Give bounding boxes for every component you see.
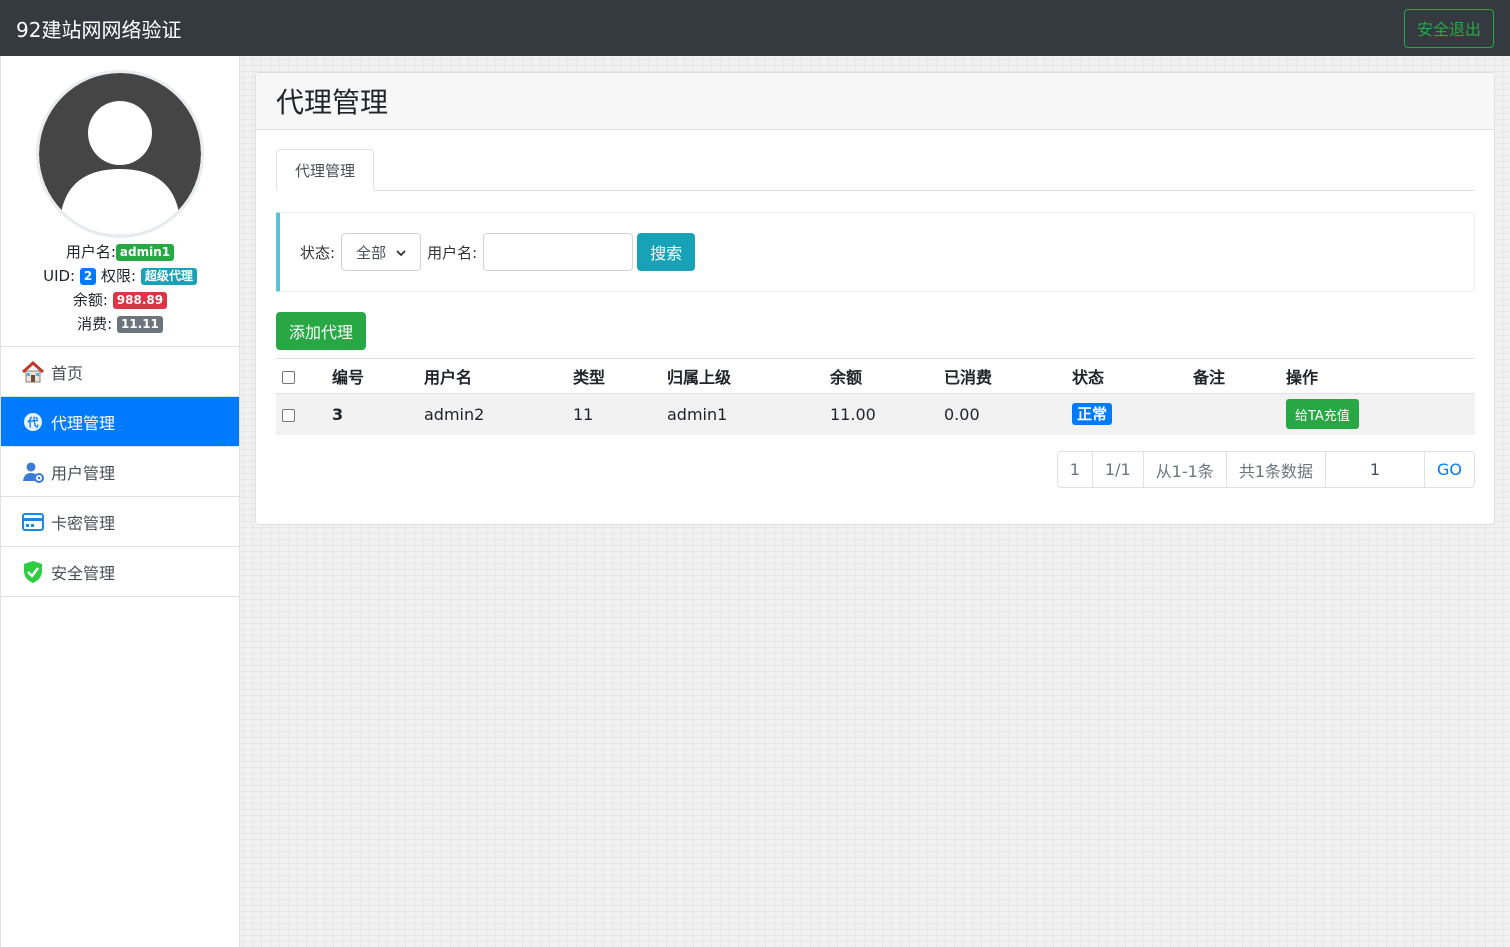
uid-label: UID: (43, 267, 76, 285)
username-badge: admin1 (115, 244, 175, 261)
user-gear-icon (21, 460, 45, 484)
card-header: 代理管理 (256, 73, 1494, 130)
username-line: 用户名: admin1 (1, 240, 239, 264)
logout-button[interactable]: 安全退出 (1403, 8, 1494, 48)
header-parent: 归属上级 (661, 358, 824, 394)
status-select[interactable]: 全部 (341, 233, 422, 271)
status-select-value: 全部 (356, 243, 387, 262)
uid-line: UID: 2 权限: 超级代理 (1, 264, 239, 288)
cell-action: 给TA充值 (1280, 394, 1475, 435)
table-header-row: 编号 用户名 类型 归属上级 余额 已消费 状态 备注 操作 (276, 358, 1475, 394)
username-label: 用户名: (65, 243, 116, 261)
tab-agent-management[interactable]: 代理管理 (276, 149, 374, 191)
consumed-line: 消费: 11.11 (1, 312, 239, 336)
card-icon (21, 510, 45, 534)
header-remark: 备注 (1187, 358, 1280, 394)
status-label: 状态: (300, 243, 336, 262)
status-badge: 正常 (1072, 403, 1113, 426)
pagination-total: 共1条数据 (1227, 452, 1326, 487)
pagination-go-button[interactable]: GO (1425, 452, 1474, 487)
app-title: 92建站网网络验证 (16, 17, 182, 42)
sidebar-item-card-management[interactable]: 卡密管理 (1, 497, 239, 547)
header-status: 状态 (1066, 358, 1187, 394)
permission-badge: 超级代理 (140, 268, 197, 285)
pagination-page-of: 1/1 (1093, 452, 1144, 487)
recharge-button[interactable]: 给TA充值 (1286, 399, 1359, 430)
header-id: 编号 (326, 358, 418, 394)
balance-badge: 988.89 (112, 292, 168, 309)
cell-consumed: 0.00 (944, 404, 980, 424)
cell-parent: admin1 (667, 404, 728, 424)
chevron-down-icon (396, 243, 406, 261)
cell-id: 3 (332, 404, 344, 424)
pagination-range: 从1-1条 (1144, 452, 1227, 487)
row-select-cell[interactable] (276, 394, 326, 435)
home-icon (21, 360, 45, 384)
pagination: 1 1/1 从1-1条 共1条数据 GO (1056, 451, 1475, 488)
cell-status: 正常 (1066, 394, 1187, 435)
table-row: 3 admin2 11 admin1 11.00 0.00 正常 给TA充值 (276, 393, 1475, 435)
cell-type: 11 (573, 404, 594, 424)
uid-badge: 2 (79, 268, 97, 285)
balance-label: 余额: (72, 291, 108, 309)
header-action: 操作 (1280, 358, 1475, 394)
username-search-input[interactable] (483, 233, 634, 271)
search-panel: 状态: 全部 用户名: 搜索 (276, 212, 1475, 292)
page-title: 代理管理 (276, 86, 389, 119)
header-select-all[interactable] (276, 358, 326, 394)
agent-table: 编号 用户名 类型 归属上级 余额 已消费 状态 备注 操作 3 admin2 … (276, 358, 1475, 435)
permission-label: 权限: (101, 267, 137, 285)
pagination-current-page[interactable]: 1 (1058, 452, 1093, 487)
header-balance: 余额 (824, 358, 938, 394)
user-silhouette-icon (39, 73, 201, 235)
sidebar: 用户名: admin1 UID: 2 权限: 超级代理 余额: 988.89 消费… (0, 56, 240, 947)
agent-icon: 代 (21, 410, 45, 434)
cell-remark (1187, 394, 1280, 435)
shield-check-icon (21, 560, 45, 584)
sidebar-item-label: 用户管理 (51, 463, 116, 483)
profile-panel: 用户名: admin1 UID: 2 权限: 超级代理 余额: 988.89 消费… (1, 56, 239, 347)
add-agent-button[interactable]: 添加代理 (276, 312, 366, 350)
sidebar-item-agent-management[interactable]: 代 代理管理 (1, 397, 239, 447)
row-checkbox[interactable] (282, 408, 295, 422)
sidebar-item-home[interactable]: 首页 (1, 347, 239, 397)
consumed-badge: 11.11 (116, 316, 163, 333)
sidebar-item-label: 安全管理 (51, 563, 116, 583)
top-navbar: 92建站网网络验证 安全退出 (0, 0, 1510, 56)
tab-bar: 代理管理 (276, 149, 1475, 191)
header-username: 用户名 (418, 358, 567, 394)
header-type: 类型 (567, 358, 661, 394)
search-button[interactable]: 搜索 (637, 233, 696, 271)
pagination-goto-input[interactable] (1326, 452, 1425, 487)
sidebar-item-security-management[interactable]: 安全管理 (1, 547, 239, 597)
consumed-label: 消费: (77, 315, 113, 333)
username-search-label: 用户名: (427, 243, 478, 262)
header-consumed: 已消费 (938, 358, 1066, 394)
cell-balance: 11.00 (830, 404, 876, 424)
sidebar-item-label: 代理管理 (51, 413, 116, 433)
svg-text:代: 代 (27, 415, 39, 429)
balance-line: 余额: 988.89 (1, 288, 239, 312)
select-all-checkbox[interactable] (282, 370, 295, 384)
sidebar-item-label: 首页 (51, 363, 84, 383)
agent-management-card: 代理管理 代理管理 状态: 全部 用户名: 搜索 添加代理 编号 用户名 类型 … (255, 72, 1495, 525)
sidebar-item-user-management[interactable]: 用户管理 (1, 447, 239, 497)
cell-username: admin2 (424, 404, 485, 424)
sidebar-item-label: 卡密管理 (51, 513, 116, 533)
avatar (36, 70, 204, 238)
